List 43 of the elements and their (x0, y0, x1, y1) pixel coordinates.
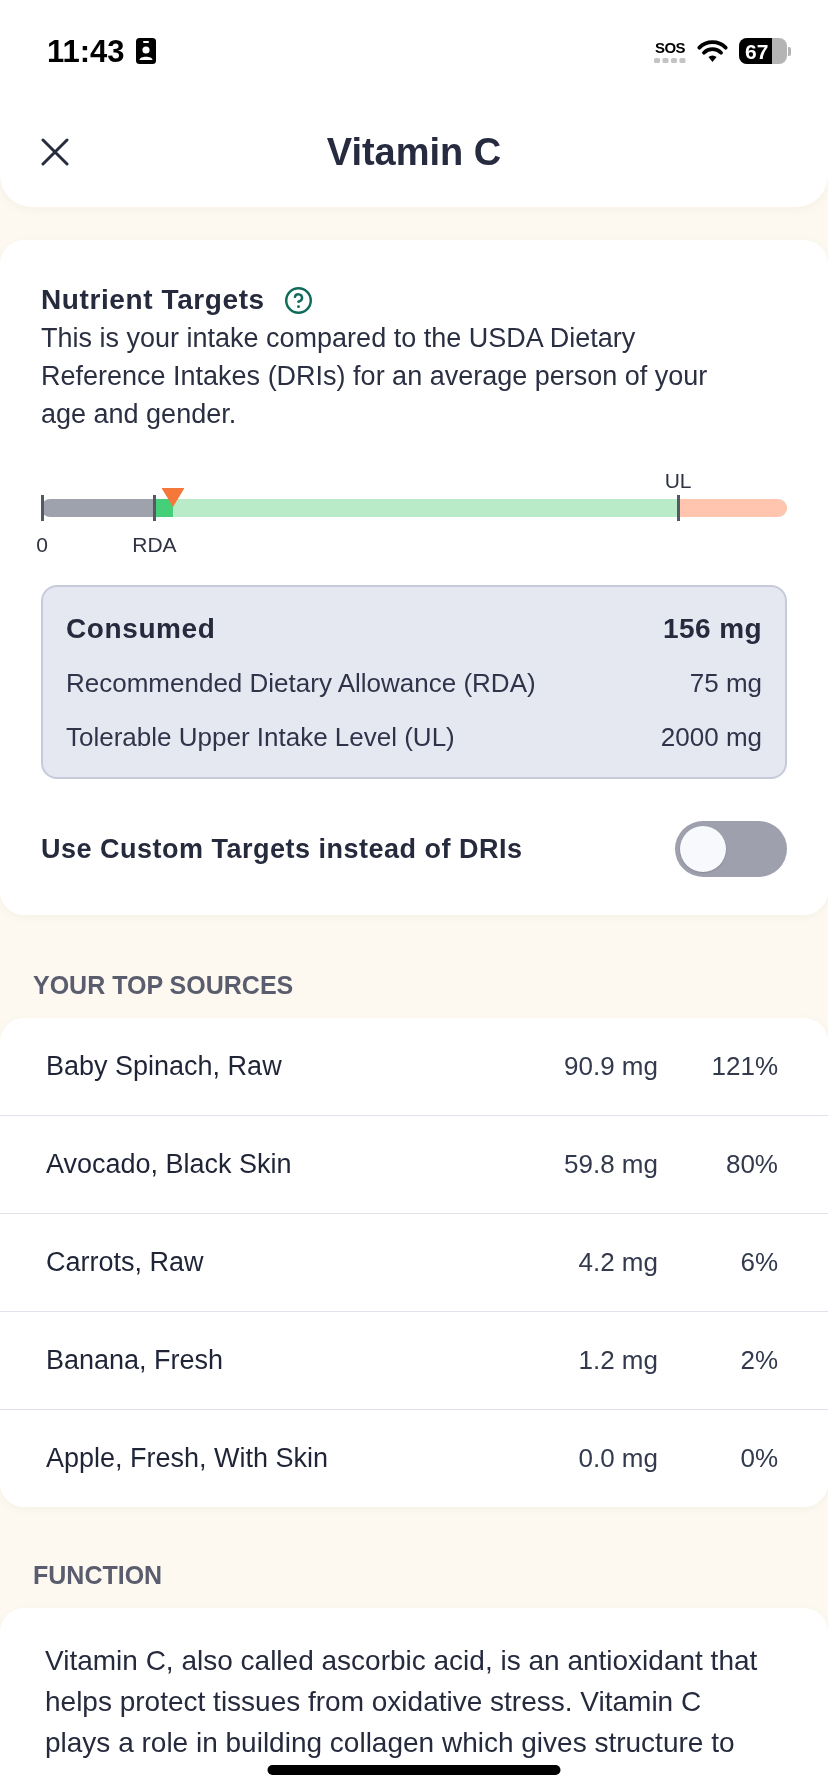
section-heading: YOUR TOP SOURCES (33, 970, 294, 1000)
food-name: Banana, Fresh (46, 1345, 224, 1376)
signal-dots-icon (654, 57, 686, 63)
summary-value: 156 mg (663, 612, 762, 646)
amount-text: 1.2 mg (578, 1344, 658, 1377)
food-name: Apple, Fresh, With Skin (46, 1443, 329, 1474)
percent-text: 0% (739, 1442, 778, 1475)
summary-value: 2000 mg (660, 720, 762, 754)
scale-label: RDA (132, 533, 177, 557)
food-name: Baby Spinach, Raw (46, 1051, 282, 1082)
screen-title: Vitamin C (326, 129, 502, 175)
help-icon[interactable] (284, 286, 312, 314)
amount-text: 0.0 mg (578, 1442, 658, 1475)
function-text: Vitamin C, also called ascorbic acid, is an antioxidant that helps protect tissues from oxidative stress. Vitamin C plays a role in building collagen which gives structure to (45, 1644, 759, 1760)
battery-percentage: 67 (744, 40, 769, 62)
card-title: Nutrient Targets (41, 283, 265, 317)
sos-label: SOS (654, 39, 686, 55)
food-name: Avocado, Black Skin (46, 1149, 292, 1180)
status-time: 11:43 (47, 35, 125, 67)
scale-label: 0 (36, 533, 48, 557)
percent-text: 121% (710, 1050, 778, 1083)
summary-value: 75 mg (689, 666, 762, 700)
amount-text: 4.2 mg (578, 1246, 658, 1279)
food-name: Carrots, Raw (46, 1247, 204, 1278)
person-card-icon (135, 38, 156, 64)
amount-text: 90.9 mg (564, 1050, 658, 1083)
scale-tick (41, 495, 44, 521)
custom-targets-toggle[interactable] (675, 821, 787, 877)
scale-tick (676, 495, 680, 521)
section-heading: FUNCTION (33, 1560, 163, 1590)
percent-text: 6% (739, 1246, 778, 1279)
toggle-label: Use Custom Targets instead of DRIs (41, 832, 523, 866)
scale-tick (152, 495, 156, 521)
percent-text: 2% (739, 1344, 778, 1377)
close-icon (41, 137, 69, 166)
scale-label: UL (664, 469, 692, 493)
summary-label: Consumed (66, 612, 216, 646)
summary-label: Recommended Dietary Allowance (RDA) (66, 666, 536, 700)
description-text: This is your intake compared to the USDA Dietary Reference Intakes (DRIs) for an average person of your age and gender. (41, 322, 709, 431)
percent-text: 80% (724, 1148, 778, 1181)
amount-text: 59.8 mg (564, 1148, 658, 1181)
wifi-icon (697, 39, 728, 63)
summary-label: Tolerable Upper Intake Level (UL) (66, 720, 455, 754)
